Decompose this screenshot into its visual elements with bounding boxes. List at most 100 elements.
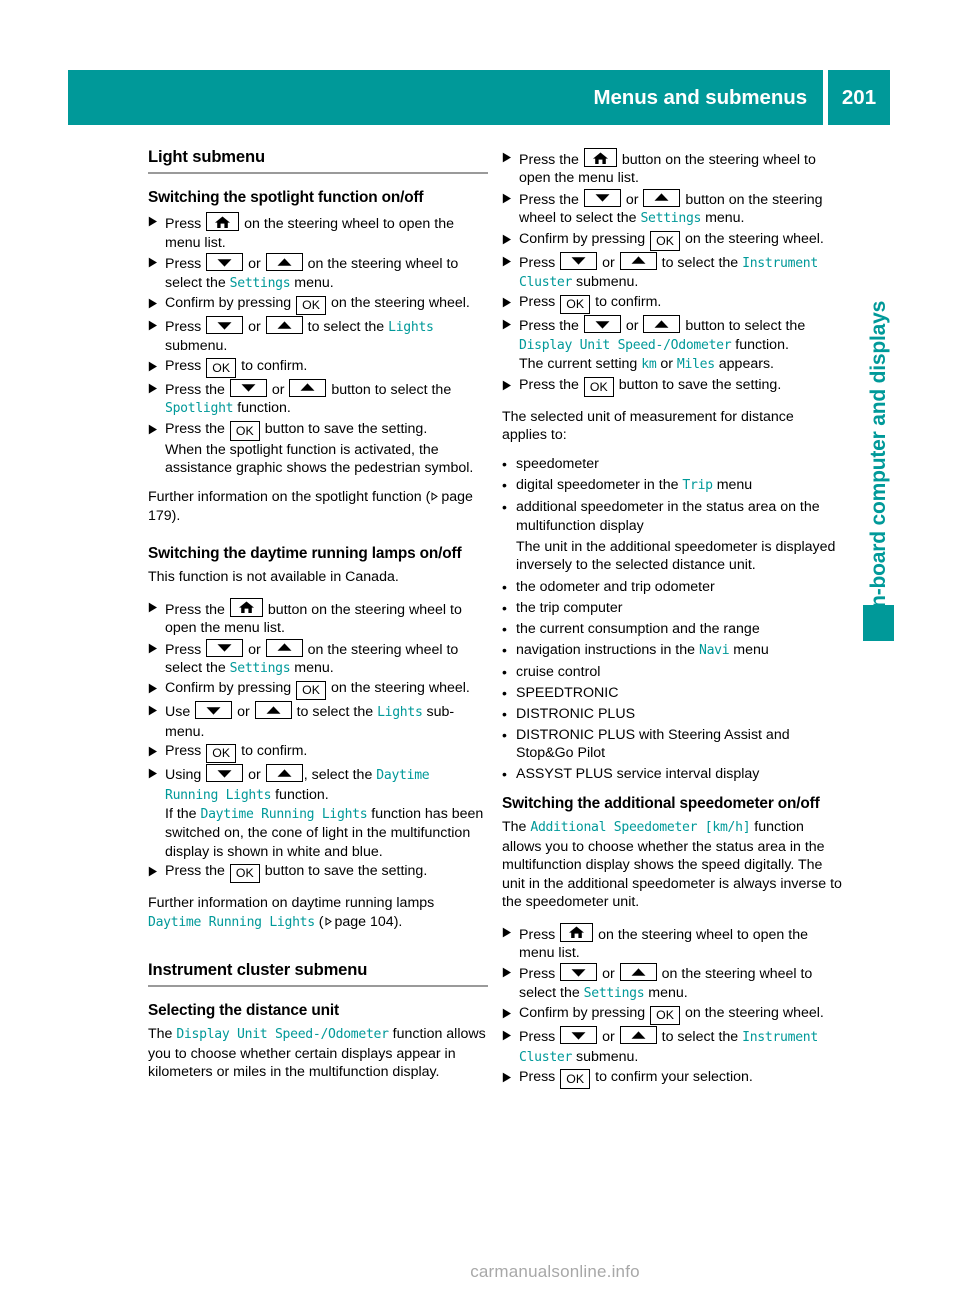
instruction-step: Use or to select the Lights sub-menu. — [148, 701, 488, 741]
step-text: Confirm by pressing OK on the steering w… — [165, 294, 488, 316]
ui-string: km — [641, 357, 657, 373]
instruction-step: Press the or button to select the Displa… — [502, 315, 842, 374]
step-marker-icon — [148, 357, 165, 378]
step-text: Press OK to confirm. — [165, 357, 488, 378]
step-text: Press the button on the steering wheel t… — [519, 148, 842, 188]
bullet-dot-icon: • — [502, 642, 507, 659]
list-item-text: additional speedometer in the status are… — [516, 499, 820, 534]
bullet-dot-icon: • — [502, 579, 507, 596]
arrow-up-icon[interactable] — [643, 315, 681, 334]
bullet-dot-icon: • — [502, 600, 507, 617]
list-item: • cruise control — [502, 663, 842, 681]
arrow-up-icon[interactable] — [265, 316, 303, 335]
section-heading-instrument-cluster: Instrument cluster submenu — [148, 959, 368, 979]
bullet-dot-icon: • — [502, 726, 507, 743]
arrow-up-icon[interactable] — [619, 1026, 657, 1045]
list-item: • the trip computer — [502, 599, 842, 617]
arrow-up-icon[interactable] — [254, 701, 292, 720]
ui-string: Spotlight — [165, 401, 234, 417]
ok-button[interactable]: OK — [296, 680, 327, 701]
arrow-down-icon[interactable] — [195, 701, 233, 720]
arrow-down-icon[interactable] — [229, 378, 267, 397]
list-item-text: digital speedometer in the Trip menu — [516, 477, 753, 494]
step-marker-icon — [502, 376, 519, 397]
bullet-wrap: • the trip computer — [502, 599, 842, 617]
list-item: • DISTRONIC PLUS with Steering Assist and… — [502, 726, 842, 763]
subheading-additional-speedometer: Switching the additional speedometer on/… — [502, 795, 820, 813]
arrow-down-icon[interactable] — [206, 316, 244, 335]
list-item-text: DISTRONIC PLUS with Steering Assist and … — [516, 726, 790, 762]
step-marker-icon — [148, 764, 165, 861]
ui-string: Display Unit Speed-/Odometer — [176, 1027, 389, 1043]
step-triangle-icon — [148, 643, 157, 653]
instruction-step: Press the OK button to save the setting. — [502, 376, 842, 397]
arrow-up-icon[interactable] — [619, 251, 657, 270]
home-icon[interactable] — [560, 922, 594, 942]
body-text: The — [148, 1026, 177, 1043]
step-triangle-icon — [502, 1030, 511, 1041]
step-text: Press the or button to select the Spotli… — [165, 378, 488, 419]
xref-page-label[interactable]: page 104 — [335, 914, 394, 930]
ui-string: Lights — [377, 705, 423, 721]
arrow-up-icon[interactable] — [265, 638, 303, 657]
step-marker-icon — [502, 963, 519, 1003]
ui-string: Miles — [676, 357, 715, 373]
instruction-step: Using or , select the Daytime Running Li… — [148, 764, 488, 861]
ok-button[interactable]: OK — [560, 1069, 591, 1089]
step-text: Press on the steering wheel to open the … — [519, 922, 842, 963]
arrow-down-icon[interactable] — [206, 638, 244, 657]
step-marker-icon — [148, 379, 165, 419]
list-item-text: cruise control — [516, 664, 601, 681]
list-item: • ASSYST PLUS service interval display — [502, 765, 842, 783]
arrow-up-icon[interactable] — [289, 378, 327, 397]
additional-speedometer-body: The Additional Speedometer [km/h] functi… — [502, 818, 842, 911]
home-icon[interactable] — [229, 597, 263, 617]
bullet-wrap: • additional speedometer in the status ar… — [502, 498, 842, 574]
step-marker-icon — [148, 639, 165, 679]
bullet-dot-icon: • — [502, 477, 507, 494]
section-heading-light-submenu: Light submenu — [148, 147, 265, 166]
step-text: Press the button on the steering wheel t… — [165, 597, 488, 638]
home-icon[interactable] — [583, 148, 617, 167]
list-item: • SPEEDTRONIC — [502, 684, 842, 702]
step-triangle-icon — [502, 234, 511, 245]
ui-string: Trip — [682, 478, 713, 494]
arrow-up-icon[interactable] — [619, 963, 657, 982]
ui-string: Navi — [698, 643, 730, 659]
arrow-down-icon[interactable] — [560, 1026, 598, 1045]
home-icon[interactable] — [206, 212, 240, 232]
step-triangle-icon — [148, 298, 157, 309]
ok-button[interactable]: OK — [560, 294, 591, 315]
bullet-wrap: • DISTRONIC PLUS — [502, 705, 842, 723]
arrow-down-icon[interactable] — [560, 963, 598, 982]
step-triangle-icon — [502, 152, 511, 163]
ok-button[interactable]: OK — [650, 1005, 681, 1026]
step-marker-icon — [502, 1026, 519, 1067]
arrow-up-icon[interactable] — [265, 764, 303, 783]
ok-button[interactable]: OK — [650, 231, 681, 251]
step-text: Press OK to confirm. — [165, 742, 488, 764]
arrow-down-icon[interactable] — [206, 253, 244, 272]
ok-button[interactable]: OK — [206, 358, 237, 378]
step-text: Using or , select the Daytime Running Li… — [165, 764, 488, 861]
arrow-up-icon[interactable] — [265, 253, 303, 272]
further-info-text: Further information on the spotlight fun… — [148, 489, 431, 506]
arrow-down-icon[interactable] — [206, 764, 244, 783]
arrow-down-icon[interactable] — [583, 188, 621, 207]
arrow-up-icon[interactable] — [643, 188, 681, 207]
step-triangle-icon — [148, 768, 157, 779]
ok-button[interactable]: OK — [206, 743, 237, 764]
step-triangle-icon — [148, 383, 157, 394]
ok-button[interactable]: OK — [296, 295, 327, 316]
instruction-step: Confirm by pressing OK on the steering w… — [148, 679, 488, 701]
step-marker-icon — [502, 189, 519, 229]
subheading-distance-unit: Selecting the distance unit — [148, 1002, 339, 1020]
ok-button[interactable]: OK — [229, 863, 260, 884]
arrow-down-icon[interactable] — [583, 315, 621, 334]
instruction-step: Press OK to confirm your selection. — [502, 1068, 842, 1089]
ok-button[interactable]: OK — [229, 421, 260, 441]
ok-button[interactable]: OK — [583, 377, 614, 397]
step-triangle-icon — [148, 746, 157, 757]
arrow-down-icon[interactable] — [560, 251, 598, 270]
further-info-text: Further information on daytime running l… — [148, 895, 435, 912]
